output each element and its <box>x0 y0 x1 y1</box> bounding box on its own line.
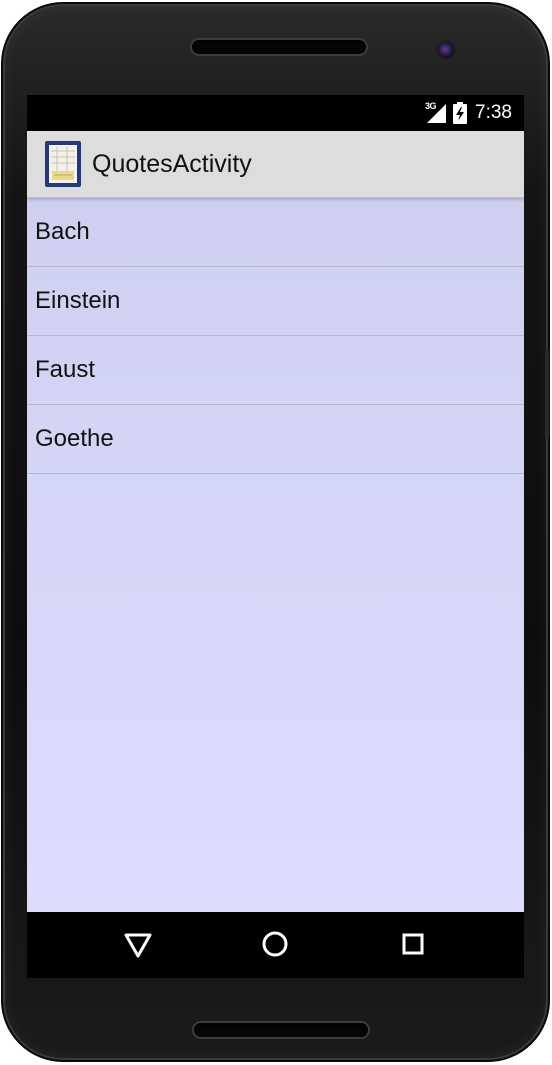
status-icons: 3G 7:38 <box>425 101 512 125</box>
bottom-speaker <box>192 1021 370 1039</box>
list-item[interactable]: Bach <box>27 198 524 267</box>
action-bar-title: QuotesActivity <box>92 150 252 178</box>
network-type-label: 3G <box>425 101 437 111</box>
clock: 7:38 <box>475 102 512 123</box>
quotes-list: Bach Einstein Faust Goethe <box>27 198 524 912</box>
list-item[interactable]: Goethe <box>27 405 524 474</box>
action-bar: QuotesActivity <box>27 131 524 198</box>
top-speaker <box>190 38 368 56</box>
app-icon[interactable] <box>45 141 81 187</box>
screen: 3G 7:38 QuotesActivity Bach Einstein Fau… <box>27 95 524 978</box>
list-item[interactable]: Faust <box>27 336 524 405</box>
recents-icon[interactable] <box>397 928 429 960</box>
home-icon[interactable] <box>259 928 291 960</box>
battery-charging-icon <box>453 102 468 124</box>
list-item-label: Bach <box>35 218 90 245</box>
list-item-label: Faust <box>35 356 96 383</box>
list-item-label: Einstein <box>35 287 121 314</box>
list-item-label: Goethe <box>35 425 114 452</box>
list-item[interactable]: Einstein <box>27 267 524 336</box>
status-bar: 3G 7:38 <box>27 95 524 131</box>
navigation-bar <box>27 912 524 978</box>
back-icon[interactable] <box>122 928 154 960</box>
front-camera <box>436 40 456 60</box>
signal-indicator: 3G <box>425 101 447 124</box>
side-button <box>545 349 549 439</box>
